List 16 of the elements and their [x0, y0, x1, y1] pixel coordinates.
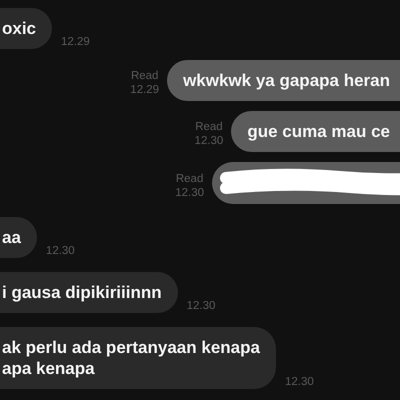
message-bubble: ak perlu ada pertanyaan kenapa apa kenapa	[0, 327, 276, 389]
message-time: 12.30	[194, 134, 224, 148]
message-bubble: gue cuma mau ce	[231, 111, 400, 152]
message-time: 12.30	[186, 299, 216, 313]
message-time: 12.30	[175, 186, 204, 200]
message-time: 12.30	[46, 244, 75, 258]
message-time: 12.29	[61, 35, 90, 49]
message-time: 12.29	[130, 83, 160, 97]
read-receipt: Read	[176, 172, 204, 186]
read-receipt: Read	[130, 69, 158, 83]
message-bubble: wkwkwk ya gapapa heran	[167, 60, 400, 101]
message-time: 12.30	[284, 375, 314, 389]
message-bubble: oxic	[0, 8, 52, 49]
read-receipt: Read	[195, 120, 223, 134]
message-bubble: aa	[0, 217, 37, 258]
message-bubble: i gausa dipikiriiinnn	[0, 272, 178, 313]
